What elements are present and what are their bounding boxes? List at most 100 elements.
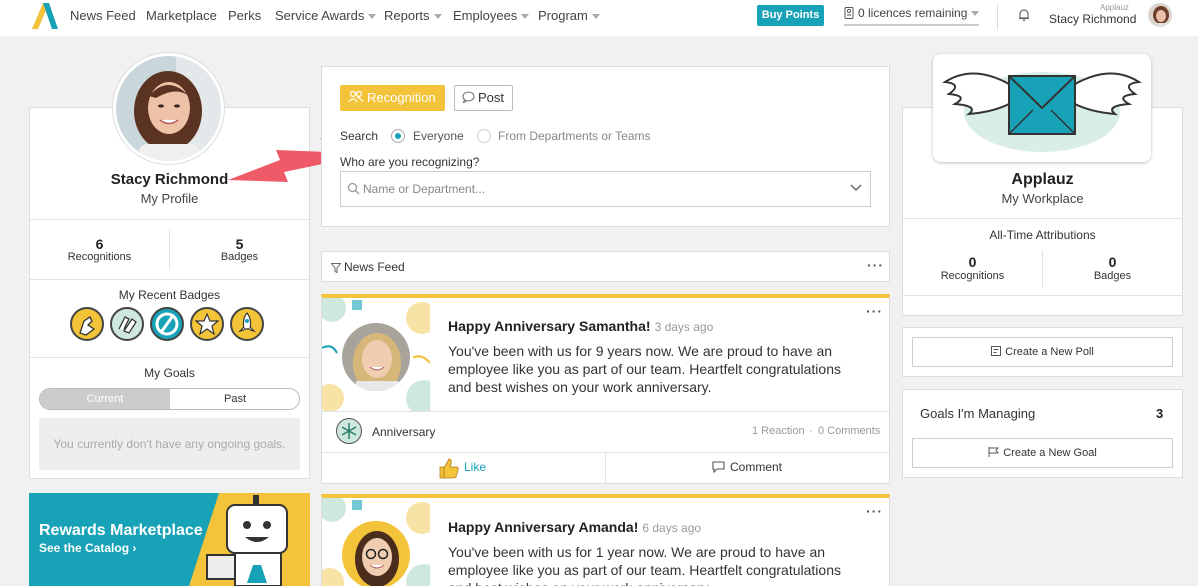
goals-managing-title: Goals I'm Managing xyxy=(920,406,1036,421)
see-catalog-label: See the Catalog xyxy=(39,541,130,555)
filter-icon[interactable] xyxy=(331,263,341,273)
badge-applauz-icon[interactable] xyxy=(150,307,184,341)
goals-managing-count: 3 xyxy=(1156,406,1164,421)
nav-service-awards[interactable]: Service Awards xyxy=(275,8,377,23)
badge-star-icon[interactable] xyxy=(190,307,224,341)
recognize-question: Who are you recognizing? xyxy=(340,155,480,169)
separator-dot: · xyxy=(809,425,813,437)
post-title-text: Happy Anniversary Amanda! xyxy=(448,519,639,535)
people-icon xyxy=(348,90,364,103)
create-goal-button[interactable]: Create a New Goal xyxy=(912,438,1173,468)
recent-badges-title: My Recent Badges xyxy=(118,288,221,302)
comment-count[interactable]: 0 Comments xyxy=(818,425,880,437)
option-departments-label: From Departments or Teams xyxy=(498,129,651,143)
license-icon xyxy=(844,7,854,19)
nav-employees[interactable]: Employees xyxy=(453,8,530,23)
applauz-logo[interactable] xyxy=(28,2,62,30)
workplace-badges-count: 0 xyxy=(1108,254,1117,270)
badge-rocket-icon[interactable] xyxy=(230,307,264,341)
reaction-count[interactable]: 1 Reaction xyxy=(752,425,805,437)
my-profile-link[interactable]: My Profile xyxy=(29,191,310,206)
post-avatar[interactable] xyxy=(339,320,413,394)
chevron-down-icon[interactable] xyxy=(850,184,862,192)
create-poll-button[interactable]: Create a New Poll xyxy=(912,337,1173,367)
post-body: You've been with us for 1 year now. We a… xyxy=(448,544,841,586)
tab-post[interactable]: Post xyxy=(454,85,513,111)
post-title-text: Happy Anniversary Samantha! xyxy=(448,318,651,334)
post-time: 3 days ago xyxy=(654,320,714,334)
nav-news-feed[interactable]: News Feed xyxy=(70,8,136,23)
buy-points-button[interactable]: Buy Points xyxy=(757,5,824,26)
post-more-options-icon[interactable]: ··· xyxy=(866,303,883,319)
post-title: Happy Anniversary Amanda! 6 days ago xyxy=(448,519,701,535)
recipient-placeholder: Name or Department... xyxy=(363,182,486,196)
tab-recognition-label: Recognition xyxy=(367,90,436,105)
radio-everyone[interactable] xyxy=(391,129,405,143)
badges-label: Badges xyxy=(220,251,259,263)
licences-dropdown[interactable]: 0 licences remaining xyxy=(844,6,980,26)
comment-label: Comment xyxy=(730,460,783,474)
nav-marketplace[interactable]: Marketplace xyxy=(146,8,217,23)
search-label: Search xyxy=(340,129,379,143)
tab-post-label: Post xyxy=(478,90,505,105)
tab-recognition[interactable]: Recognition xyxy=(340,85,445,111)
like-label: Like xyxy=(464,460,487,474)
badge-hand-icon[interactable] xyxy=(70,307,104,341)
comment-button[interactable]: Comment xyxy=(606,453,889,483)
profile-avatar[interactable] xyxy=(113,53,224,164)
nav-perks[interactable]: Perks xyxy=(228,8,261,23)
recognitions-label: Recognitions xyxy=(67,251,132,263)
rewards-title: Rewards Marketplace xyxy=(39,522,203,539)
badge-clap-icon[interactable] xyxy=(110,307,144,341)
user-name[interactable]: Stacy Richmond xyxy=(1049,12,1136,26)
post-more-options-icon[interactable]: ··· xyxy=(866,503,883,519)
anniversary-decoration xyxy=(322,298,430,411)
divider xyxy=(902,295,1183,296)
nav-program[interactable]: Program xyxy=(538,8,600,23)
tab-current[interactable]: Current xyxy=(40,389,170,409)
divider xyxy=(29,279,310,280)
search-icon xyxy=(347,182,360,195)
more-options-icon[interactable]: ··· xyxy=(867,257,884,273)
chevron-down-icon xyxy=(368,14,377,20)
nav-employees-label: Employees xyxy=(453,8,518,23)
nav-reports[interactable]: Reports xyxy=(384,8,442,23)
nav-service-awards-label: Service Awards xyxy=(275,8,365,23)
chevron-down-icon xyxy=(521,14,530,20)
tab-past[interactable]: Past xyxy=(170,389,299,409)
speech-bubble-icon xyxy=(462,91,475,104)
my-workplace-link[interactable]: My Workplace xyxy=(902,191,1183,206)
my-goals-title: My Goals xyxy=(144,366,195,380)
flag-icon xyxy=(988,447,1000,457)
create-poll-label: Create a New Poll xyxy=(1005,346,1094,358)
top-navigation: News Feed Marketplace Perks Service Awar… xyxy=(0,0,1198,36)
news-feed-filter-label[interactable]: News Feed xyxy=(344,260,405,274)
bell-icon[interactable] xyxy=(1017,8,1031,22)
divider xyxy=(29,357,310,358)
goals-empty-message: You currently don't have any ongoing goa… xyxy=(39,418,300,470)
see-catalog-link[interactable]: See the Catalog › xyxy=(39,541,136,555)
recipient-search-input[interactable]: Name or Department... xyxy=(340,171,871,207)
thumbs-up-icon xyxy=(439,458,459,479)
goals-tabs: Current Past xyxy=(39,388,300,410)
rewards-banner[interactable]: Rewards Marketplace See the Catalog › xyxy=(29,493,310,586)
anniversary-decoration xyxy=(322,498,430,586)
divider xyxy=(322,411,889,412)
radio-departments[interactable] xyxy=(477,129,491,143)
post-time: 6 days ago xyxy=(642,521,702,535)
post-avatar[interactable] xyxy=(339,518,413,586)
anniversary-badge-icon xyxy=(336,418,362,444)
post-body: You've been with us for 9 years now. We … xyxy=(448,343,841,395)
radio-dot xyxy=(395,133,401,139)
badges-count: 5 xyxy=(235,236,244,252)
workplace-logo[interactable] xyxy=(933,54,1151,162)
avatar[interactable] xyxy=(1148,3,1172,27)
workplace-name[interactable]: Applauz xyxy=(902,171,1183,189)
option-everyone-label: Everyone xyxy=(413,129,464,143)
like-button[interactable]: Like xyxy=(322,453,605,483)
create-goal-label: Create a New Goal xyxy=(1003,447,1097,459)
post-title: Happy Anniversary Samantha! 3 days ago xyxy=(448,318,713,334)
chevron-down-icon xyxy=(433,14,442,20)
licences-label: 0 licences remaining xyxy=(858,6,968,20)
nav-divider xyxy=(997,4,998,30)
